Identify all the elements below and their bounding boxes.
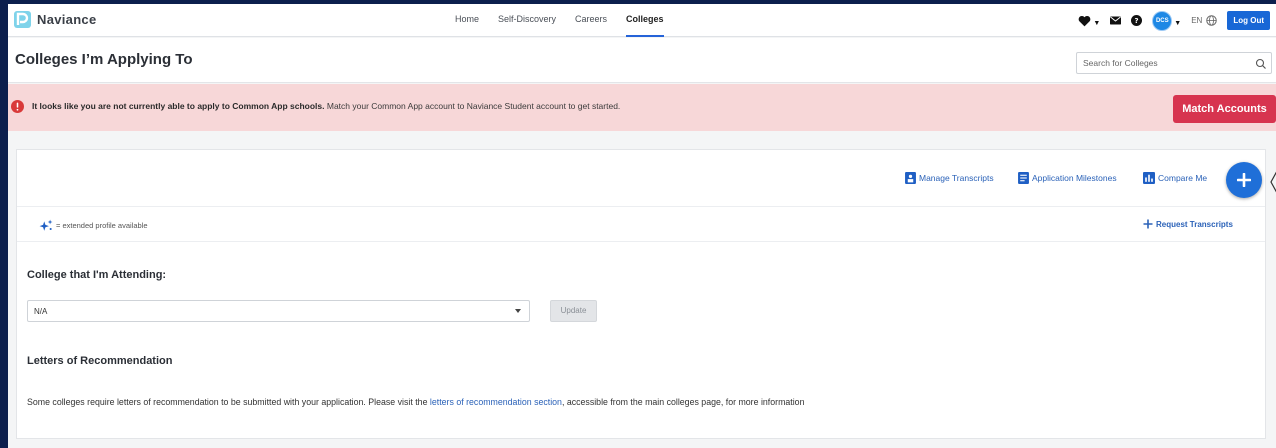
search-input[interactable]	[1077, 53, 1247, 73]
nav-self-discovery[interactable]: Self-Discovery	[498, 4, 556, 37]
app-frame: Naviance Home Self-Discovery Careers Col…	[8, 4, 1276, 448]
alert-bold-text: It looks like you are not currently able…	[32, 101, 325, 111]
search-icon[interactable]	[1255, 57, 1267, 75]
add-college-button[interactable]	[1226, 162, 1262, 198]
legend-text: = extended profile available	[56, 221, 148, 230]
rec-text-after: , accessible from the main colleges page…	[561, 397, 805, 407]
bar-chart-icon	[1143, 172, 1155, 184]
alert-message: It looks like you are not currently able…	[32, 101, 620, 111]
avatar: DCS	[1152, 10, 1173, 31]
common-app-alert: It looks like you are not currently able…	[8, 84, 1276, 131]
language-selector[interactable]: EN	[1191, 15, 1218, 26]
college-search	[1076, 52, 1272, 74]
language-label: EN	[1191, 16, 1203, 25]
page-header: Colleges I’m Applying To	[8, 38, 1276, 83]
mail-icon	[1110, 16, 1122, 25]
alert-icon	[11, 100, 24, 118]
recommendations-text: Some colleges require letters of recomme…	[27, 397, 804, 407]
nav-right: ▼ ? DCS ▼ EN Log Out	[1078, 4, 1276, 37]
nav-careers[interactable]: Careers	[575, 4, 607, 37]
nav-colleges[interactable]: Colleges	[626, 4, 664, 37]
chevron-down-icon: ▼	[1174, 20, 1182, 27]
help-button[interactable]: ?	[1131, 15, 1143, 26]
help-icon: ?	[1131, 15, 1143, 26]
document-icon	[1018, 172, 1029, 184]
request-transcripts-link[interactable]: Request Transcripts	[1143, 219, 1233, 229]
application-milestones-link[interactable]: Application Milestones	[1018, 172, 1117, 184]
manage-transcripts-label: Manage Transcripts	[919, 173, 994, 183]
attending-title: College that I'm Attending:	[27, 269, 167, 281]
card-toolbar: Manage Transcripts Application Milestone…	[17, 150, 1265, 207]
messages-button[interactable]	[1110, 16, 1122, 25]
match-accounts-button[interactable]: Match Accounts	[1173, 95, 1276, 123]
attending-college-select[interactable]: N/A	[27, 300, 530, 322]
recommendations-title: Letters of Recommendation	[27, 355, 173, 367]
extended-profile-legend: = extended profile available	[39, 219, 148, 232]
plus-icon	[1237, 173, 1251, 187]
page-title: Colleges I’m Applying To	[15, 51, 193, 68]
compare-me-label: Compare Me	[1158, 173, 1208, 183]
attending-selected-value: N/A	[34, 307, 48, 316]
naviance-logo[interactable]: Naviance	[13, 10, 97, 29]
application-milestones-label: Application Milestones	[1032, 173, 1117, 183]
update-button[interactable]: Update	[550, 300, 597, 322]
rec-text-before: Some colleges require letters of recomme…	[27, 397, 430, 407]
legend-row: = extended profile available Request Tra…	[17, 208, 1265, 242]
recommendations-link[interactable]: letters of recommendation section	[430, 397, 562, 407]
alert-body-text: Match your Common App account to Navianc…	[324, 101, 621, 111]
globe-icon	[1206, 15, 1218, 26]
sparkle-icon	[39, 219, 53, 231]
dropdown-arrow-icon	[515, 309, 521, 313]
nav-home[interactable]: Home	[455, 4, 479, 37]
profile-menu[interactable]: DCS ▼	[1152, 10, 1182, 31]
applying-card: Manage Transcripts Application Milestone…	[16, 149, 1266, 439]
chevron-left-icon[interactable]	[1270, 170, 1276, 194]
transcript-icon	[905, 172, 916, 184]
compare-me-link[interactable]: Compare Me	[1143, 172, 1207, 184]
manage-transcripts-link[interactable]: Manage Transcripts	[905, 172, 994, 184]
main-nav: Home Self-Discovery Careers Colleges	[455, 4, 683, 37]
plus-icon	[1143, 219, 1153, 229]
logout-button[interactable]: Log Out	[1227, 11, 1270, 30]
naviance-logo-icon	[13, 10, 32, 29]
heart-icon	[1078, 15, 1091, 26]
chevron-down-icon: ▼	[1093, 20, 1101, 27]
favorites-menu[interactable]: ▼	[1078, 14, 1100, 27]
app-name: Naviance	[37, 12, 97, 27]
svg-text:?: ?	[1135, 17, 1139, 25]
top-nav: Naviance Home Self-Discovery Careers Col…	[8, 4, 1276, 37]
request-transcripts-label: Request Transcripts	[1156, 219, 1233, 229]
